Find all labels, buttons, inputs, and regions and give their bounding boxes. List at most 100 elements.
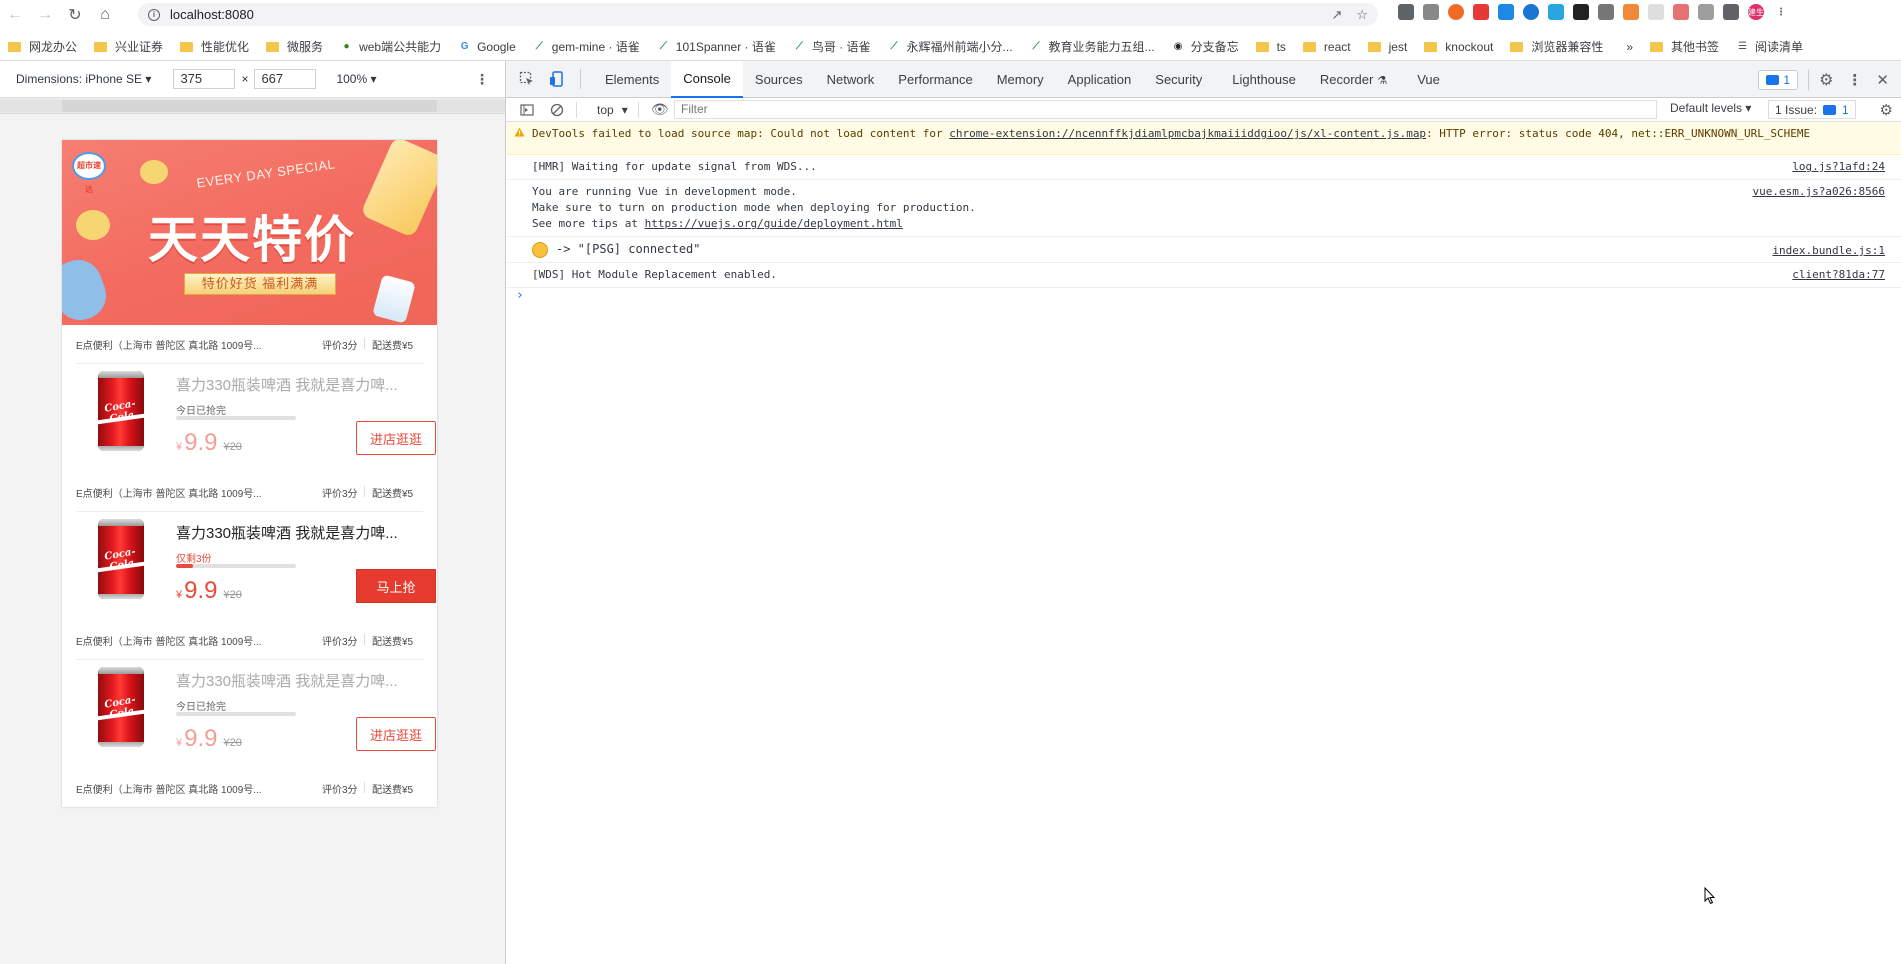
source-link[interactable]: log.js?1afd:24 [1792,159,1885,175]
home-button[interactable]: ⌂ [90,0,120,29]
tab-network[interactable]: Network [815,61,887,98]
tab-lighthouse[interactable]: Lighthouse [1220,61,1308,98]
tab-sources[interactable]: Sources [743,61,815,98]
menu-kebab-icon[interactable]: ⋮ [1773,4,1789,20]
extension-icon[interactable] [1498,4,1514,20]
product-card[interactable]: Coca-Cola 喜力330瓶装啤酒 我就是喜力啤... 今日已抢完 ¥9.9 ¥20… [76,655,436,765]
extensions-puzzle-icon[interactable] [1723,4,1739,20]
omnibox[interactable]: i localhost:8080 ↗ ☆ [138,3,1378,26]
tab-performance[interactable]: Performance [886,61,984,98]
inspect-element-icon[interactable] [518,70,536,88]
bookmark-item[interactable]: 性能优化 [180,38,249,55]
bookmark-item[interactable]: ⟋ gem-mine · 语雀 [533,38,640,55]
extension-icon[interactable] [1423,4,1439,20]
bookmark-item[interactable]: ⟋ 永辉福州前端小分... [888,38,1013,55]
device-toggle-icon[interactable] [548,70,566,88]
console-filter-input[interactable]: Filter [674,100,1657,119]
product-card[interactable]: Coca-Cola 喜力330瓶装啤酒 我就是喜力啤... 今日已抢完 ¥9.9 ¥20… [76,359,436,469]
product-title[interactable]: 喜力330瓶装啤酒 我就是喜力啤... [176,670,416,691]
device-toolbar-menu-icon[interactable]: ⋮ [475,71,489,88]
other-bookmarks[interactable]: 其他书签 [1650,38,1719,55]
extension-icon[interactable] [1473,4,1489,20]
bookmark-star-icon[interactable]: ☆ [1356,7,1368,23]
source-link[interactable]: index.bundle.js:1 [1772,243,1885,259]
delivery-fee: 配送费¥5 [372,340,414,352]
console-issues-button[interactable]: 1 Issue: 1 [1768,100,1856,119]
bookmark-item[interactable]: 浏览器兼容性 [1510,38,1603,55]
console-sidebar-icon[interactable] [518,101,536,119]
settings-gear-icon[interactable]: ⚙ [1819,70,1833,90]
tab-console[interactable]: Console [671,60,743,98]
product-title[interactable]: 喜力330瓶装啤酒 我就是喜力啤... [176,522,416,543]
buy-now-button[interactable]: 马上抢 [356,569,436,603]
bookmark-item[interactable]: knockout [1424,40,1493,54]
extension-icon[interactable] [1398,4,1414,20]
bookmark-item[interactable]: ◉ 分支备忘 [1172,38,1239,55]
shop-info-row[interactable]: E点便利（上海市 普陀区 真北路 1009号... 评价3分 配送费¥5 [76,769,421,807]
extension-icon[interactable] [1523,4,1539,20]
tab-recorder[interactable]: Recorder ⚗ [1308,61,1399,98]
shop-info-row[interactable]: E点便利（上海市 普陀区 真北路 1009号... 评价3分 配送费¥5 [76,473,421,511]
clear-console-icon[interactable] [548,101,566,119]
context-select[interactable]: top ▾ [591,103,634,117]
console-settings-gear-icon[interactable]: ⚙ [1880,101,1893,119]
site-info-icon[interactable]: i [148,8,160,21]
product-image[interactable]: Coca-Cola [98,667,144,747]
bookmark-item[interactable]: ts [1255,40,1286,54]
extension-icon[interactable] [1623,4,1639,20]
source-link[interactable]: client?81da:77 [1792,267,1885,283]
share-icon[interactable]: ↗ [1331,7,1342,23]
extension-icon[interactable] [1673,4,1689,20]
shop-info-row[interactable]: E点便利（上海市 普陀区 真北路 1009号... 评价3分 配送费¥5 [76,621,421,659]
source-link[interactable]: vue.esm.js?a026:8566 [1753,184,1885,200]
bookmark-item[interactable]: jest [1367,40,1407,54]
product-title[interactable]: 喜力330瓶装啤酒 我就是喜力啤... [176,374,416,395]
shop-info-row[interactable]: E点便利（上海市 普陀区 真北路 1009号... 评价3分 配送费¥5 [76,325,421,363]
reading-list[interactable]: ☰ 阅读清单 [1736,38,1803,55]
zoom-select[interactable]: 100% ▾ [336,72,376,86]
bookmark-item[interactable]: ⟋ 教育业务能力五组... [1030,38,1155,55]
extension-icon[interactable] [1448,4,1464,20]
device-select[interactable]: Dimensions: iPhone SE ▾ [16,72,151,86]
product-image[interactable]: Coca-Cola [98,519,144,599]
visit-store-button[interactable]: 进店逛逛 [356,421,436,455]
console-prompt[interactable]: › [506,288,1901,308]
product-card[interactable]: Coca-Cola 喜力330瓶装啤酒 我就是喜力啤... 仅剩3份 ¥9.9 ¥20 马… [76,507,436,617]
tab-security[interactable]: Security [1143,61,1214,98]
bookmark-item[interactable]: react [1302,40,1351,54]
extension-icon[interactable] [1598,4,1614,20]
tab-memory[interactable]: Memory [985,61,1056,98]
issues-counter[interactable]: 1 [1758,69,1799,90]
tab-vue[interactable]: Vue [1405,61,1452,98]
bookmarks-overflow-button[interactable]: » [1626,40,1633,54]
url-text[interactable]: localhost:8080 [170,7,254,22]
tab-application[interactable]: Application [1056,61,1144,98]
reload-button[interactable]: ↻ [60,0,90,29]
extension-icon[interactable] [1648,4,1664,20]
visit-store-button[interactable]: 进店逛逛 [356,717,436,751]
bookmark-item[interactable]: G Google [458,40,516,54]
bookmark-item[interactable]: ⟋ 101Spanner · 语雀 [657,38,776,55]
forward-button[interactable]: → [30,0,60,29]
bookmark-item[interactable]: 兴业证券 [94,38,163,55]
log-levels-select[interactable]: Default levels ▾ [1664,101,1757,115]
profile-avatar[interactable]: 建生 [1748,4,1764,20]
extension-icon[interactable] [1573,4,1589,20]
close-devtools-icon[interactable]: ✕ [1876,71,1889,89]
bookmark-item[interactable]: ● web端公共能力 [340,38,442,55]
device-height-input[interactable]: 667 [254,69,317,89]
tab-elements[interactable]: Elements [593,61,671,98]
extension-icon[interactable] [1548,4,1564,20]
devtools-menu-icon[interactable]: ⋮ [1847,71,1862,89]
bookmark-item[interactable]: ⟋ 鸟哥 · 语雀 [793,38,871,55]
docs-link[interactable]: https://vuejs.org/guide/deployment.html [645,217,903,230]
back-button[interactable]: ← [0,0,30,29]
promo-banner[interactable]: 超市速达 EVERY DAY SPECIAL 天天特价 特价好货 福利满满 [62,140,437,325]
bookmark-item[interactable]: 微服务 [266,38,323,55]
extension-icon[interactable] [1698,4,1714,20]
source-map-link[interactable]: chrome-extension://ncennffkjdiamlpmcbajk… [949,127,1426,140]
product-image[interactable]: Coca-Cola [98,371,144,451]
bookmark-item[interactable]: 网龙办公 [8,38,77,55]
live-expression-eye-icon[interactable]: 👁 [651,101,669,119]
device-width-input[interactable]: 375 [173,69,236,89]
